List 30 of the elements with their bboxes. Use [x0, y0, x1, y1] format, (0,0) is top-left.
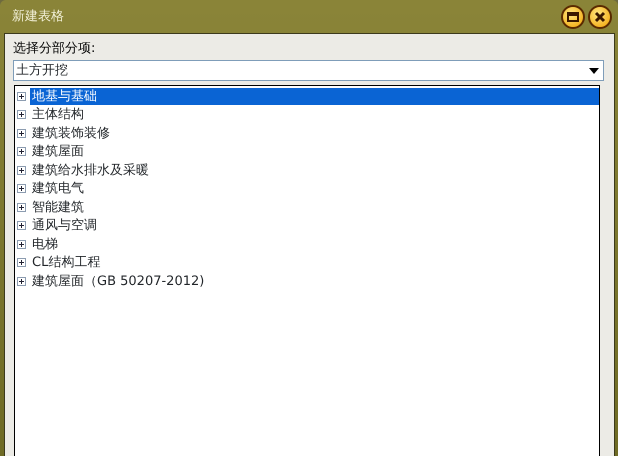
window-title: 新建表格 [12, 8, 64, 26]
expand-icon[interactable] [17, 128, 26, 138]
tree-item[interactable]: 建筑给水排水及采暖 [30, 162, 151, 179]
tree-item[interactable]: 通风与空调 [30, 217, 99, 234]
tree-item[interactable]: 建筑屋面 [30, 143, 86, 160]
close-icon [594, 10, 606, 22]
expand-icon[interactable] [17, 202, 26, 212]
tree-item[interactable]: 电梯 [30, 236, 60, 253]
expand-icon[interactable] [17, 258, 26, 268]
expand-icon[interactable] [17, 221, 26, 230]
tree-item[interactable]: 主体结构 [30, 106, 86, 124]
tree-item[interactable]: 建筑屋面（GB 50207-2012) [30, 272, 206, 290]
tree-item[interactable]: 建筑装饰装修 [30, 124, 112, 142]
tree-item[interactable]: 地基与基础 [30, 88, 599, 105]
dropdown-field[interactable]: 土方开挖 [13, 60, 604, 81]
expand-icon[interactable] [17, 92, 26, 101]
expand-icon[interactable] [17, 166, 26, 175]
tree-item[interactable]: 建筑电气 [30, 180, 86, 198]
tree-item[interactable]: CL结构工程 [30, 254, 102, 272]
expand-icon[interactable] [17, 184, 26, 194]
field-label: 选择分部分项: [13, 40, 96, 58]
tree-item[interactable]: 智能建筑 [30, 198, 86, 216]
expand-icon[interactable] [17, 240, 26, 249]
expand-icon[interactable] [17, 147, 26, 156]
close-button[interactable] [588, 4, 612, 28]
dropdown-arrow-icon [588, 66, 600, 74]
expand-icon[interactable] [17, 276, 26, 286]
maximize-button[interactable] [560, 4, 585, 28]
maximize-icon [566, 12, 579, 22]
expand-icon[interactable] [17, 110, 26, 120]
